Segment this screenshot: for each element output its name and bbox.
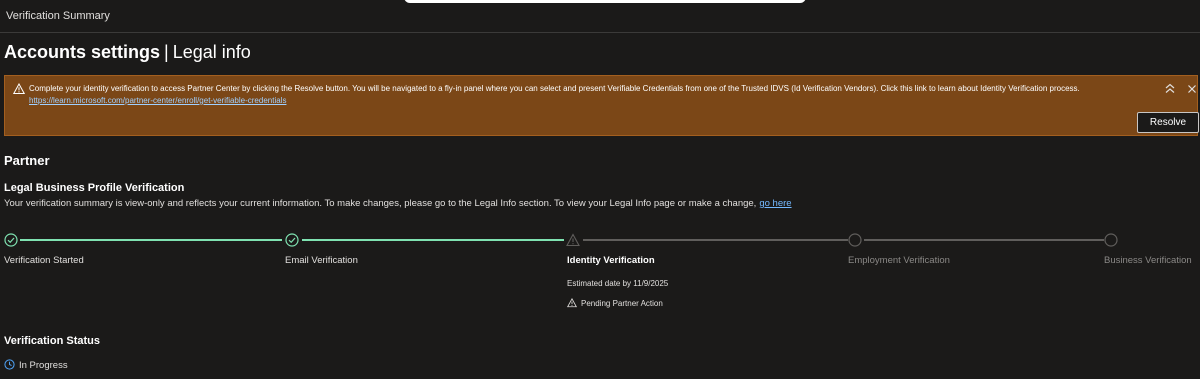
verification-status-heading: Verification Status [4, 335, 100, 347]
top-notch [404, 0, 806, 3]
profile-verification-heading: Legal Business Profile Verification [4, 182, 185, 194]
step-connector [864, 239, 1104, 241]
collapse-icon[interactable] [1163, 82, 1177, 96]
step-label-email-verification: Email Verification [285, 255, 358, 266]
step-connector [20, 239, 282, 241]
empty-circle-icon [1104, 233, 1118, 247]
step-connector [302, 239, 564, 241]
verification-stepper: Verification Started Email Verification … [0, 230, 1200, 320]
estimated-date: Estimated date by 11/9/2025 [567, 279, 669, 288]
step-connector [583, 239, 848, 241]
partner-heading: Partner [4, 153, 50, 168]
check-circle-icon [4, 233, 18, 247]
pending-action-text: Pending Partner Action [581, 299, 663, 308]
step-label-business-verification: Business Verification [1104, 255, 1192, 266]
window-title: Verification Summary [6, 10, 110, 22]
verification-status-value: In Progress [19, 360, 68, 371]
step-label-employment-verification: Employment Verification [848, 255, 950, 266]
verification-status: In Progress [4, 359, 68, 371]
page-title: Accounts settings | Legal info [4, 42, 251, 63]
warning-icon [566, 297, 578, 308]
close-icon[interactable] [1185, 82, 1199, 96]
resolve-button[interactable]: Resolve [1137, 112, 1199, 133]
page-title-sub: Legal info [172, 42, 251, 62]
empty-circle-icon [848, 233, 862, 247]
banner-link[interactable]: https://learn.microsoft.com/partner-cent… [29, 96, 286, 105]
go-here-link[interactable]: go here [759, 198, 791, 209]
check-circle-icon [285, 233, 299, 247]
clock-icon [4, 359, 15, 370]
top-bar: Verification Summary [0, 0, 1200, 33]
page-title-separator: | [164, 42, 169, 62]
step-label-verification-started: Verification Started [4, 255, 84, 266]
verification-description: Your verification summary is view-only a… [4, 198, 792, 209]
warning-icon [13, 83, 25, 94]
warning-banner: Complete your identity verification to a… [4, 75, 1199, 136]
warning-icon [566, 233, 580, 247]
pending-action: Pending Partner Action [566, 297, 663, 308]
description-text: Your verification summary is view-only a… [4, 198, 757, 209]
banner-message: Complete your identity verification to a… [29, 84, 1080, 93]
page-title-main: Accounts settings [4, 42, 161, 62]
step-label-identity-verification: Identity Verification [567, 255, 655, 266]
